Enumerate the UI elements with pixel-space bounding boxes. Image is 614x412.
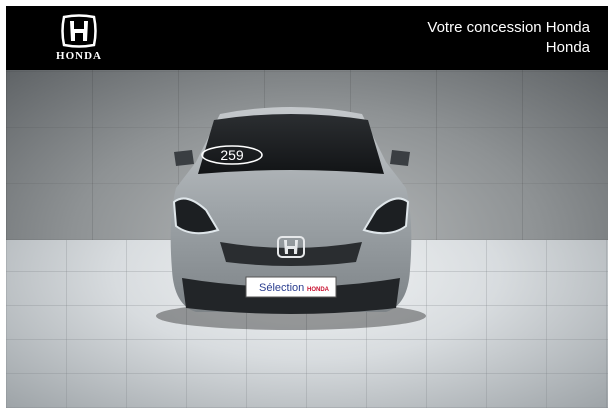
honda-logo[interactable]: HONDA	[44, 14, 114, 64]
dealer-info: Votre concession Honda Honda	[427, 18, 590, 58]
page: HONDA Votre concession Honda Honda 259 S…	[0, 0, 614, 412]
dealer-title: Votre concession Honda	[427, 19, 590, 36]
dealer-name: Honda	[545, 39, 590, 56]
site-header: HONDA Votre concession Honda Honda	[6, 6, 608, 70]
windshield	[198, 114, 384, 174]
plate-text: Sélection	[259, 282, 304, 294]
left-mirror	[174, 150, 194, 166]
honda-h-icon	[61, 14, 97, 48]
vehicle-photo[interactable]: 259 Sélection HONDA	[6, 70, 608, 408]
honda-logo-text: HONDA	[56, 50, 102, 62]
right-mirror	[390, 150, 410, 166]
windshield-sticker-text: 259	[220, 147, 244, 163]
honda-jazz-car: 259 Sélection HONDA	[156, 107, 426, 330]
plate-brand: HONDA	[307, 287, 330, 293]
